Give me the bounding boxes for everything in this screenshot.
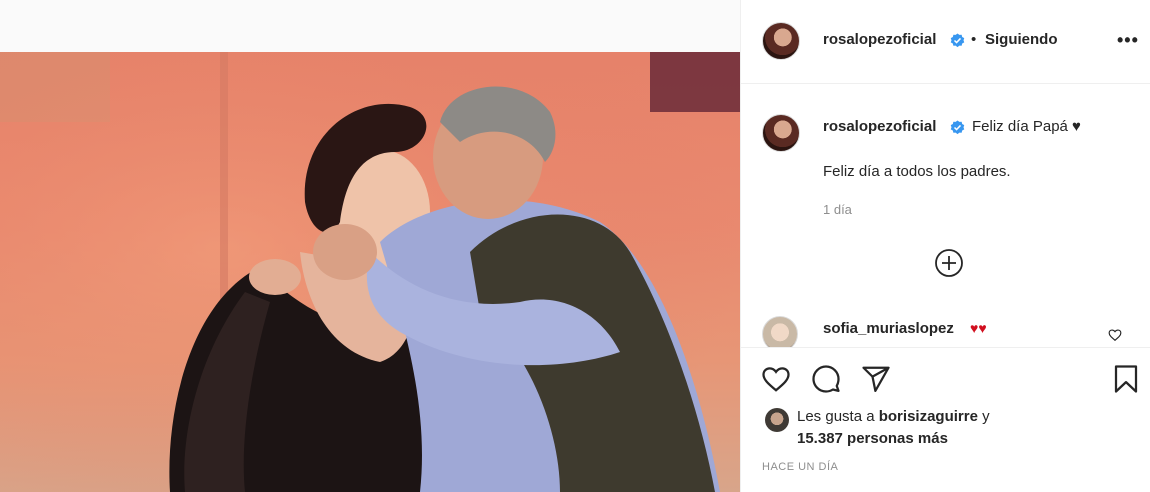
post-photo[interactable] [0,52,740,492]
load-more-comments-icon[interactable] [934,248,964,278]
caption-title: Feliz día Papá ♥ [972,118,1081,135]
liker-avatar[interactable] [765,408,789,432]
action-bar: Les gusta a borisizaguirre y 15.387 pers… [741,347,1150,492]
likes-joiner: y [977,408,990,425]
post-header: rosalopezoficial • Siguiendo ••• [741,0,1150,84]
verified-badge-icon [950,33,965,48]
header-separator: • [971,31,977,48]
comment-icon[interactable] [811,364,841,394]
author-username[interactable]: rosalopezoficial [823,31,936,48]
author-avatar[interactable] [762,22,800,60]
photo-illustration [0,52,740,492]
comment-username[interactable]: sofia_muriaslopez [823,320,954,337]
heart-icon[interactable] [761,364,791,394]
top-blank-strip [0,0,740,52]
likes-prefix: Les gusta a [797,408,879,425]
caption-avatar[interactable] [762,114,800,152]
verified-badge-icon [950,120,965,135]
likes-count[interactable]: 15.387 personas más [797,430,948,447]
more-options-icon[interactable]: ••• [1117,30,1139,51]
share-icon[interactable] [861,364,891,394]
caption-body: Feliz día a todos los padres. [823,163,1011,180]
caption-time[interactable]: 1 día [823,202,852,217]
liker-username[interactable]: borisizaguirre [879,408,978,425]
posted-time[interactable]: HACE UN DÍA [762,461,838,473]
caption-username[interactable]: rosalopezoficial [823,118,936,135]
post-side-panel: rosalopezoficial • Siguiendo ••• rosalop… [740,0,1150,492]
bookmark-icon[interactable] [1111,364,1141,394]
comment-like-icon[interactable] [1108,328,1122,342]
comment-text: ♥♥ [970,320,987,336]
likes-line: Les gusta a borisizaguirre y [797,408,990,425]
following-button[interactable]: Siguiendo [985,31,1058,48]
